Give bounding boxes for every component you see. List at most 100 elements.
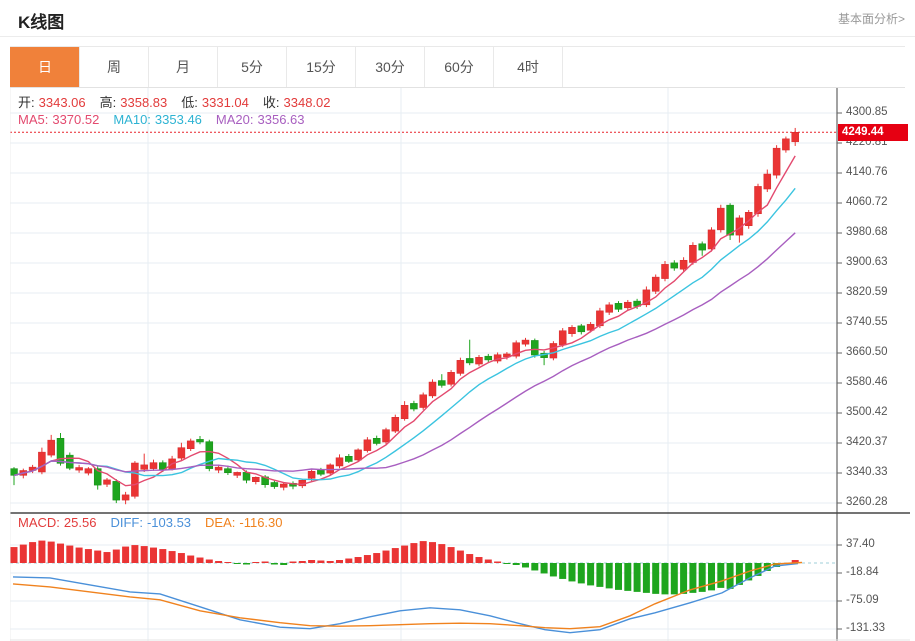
ma20-line xyxy=(13,232,796,477)
macd-bar-negative xyxy=(577,563,585,584)
macd-bar-negative xyxy=(670,563,678,595)
candle-up xyxy=(791,132,799,143)
candle-up xyxy=(605,304,613,313)
price-axis-tick: 3820.59 xyxy=(846,286,888,298)
macd-bar-negative xyxy=(633,563,641,592)
candle-down xyxy=(270,482,279,487)
candle-up xyxy=(140,464,148,470)
candle-up xyxy=(447,372,455,385)
macd-bar-negative xyxy=(512,563,520,565)
macd-bar-positive xyxy=(140,546,148,563)
macd-bar-positive xyxy=(122,546,130,563)
price-axis-tick: 3740.55 xyxy=(846,316,888,328)
page-title: K线图 xyxy=(18,13,65,32)
legend-value: 3348.02 xyxy=(283,95,331,110)
legend-label: DIFF: xyxy=(110,515,143,530)
candle-up xyxy=(335,457,344,467)
legend-value: 3353.46 xyxy=(154,112,202,127)
macd-bar-positive xyxy=(484,559,492,563)
macd-bar-positive xyxy=(252,562,260,564)
macd-bar-positive xyxy=(308,560,316,563)
macd-bar-negative xyxy=(717,563,725,588)
tab-4时[interactable]: 4时 xyxy=(493,47,563,87)
candle-up xyxy=(47,439,55,456)
candle-up xyxy=(252,476,260,482)
macd-bar-positive xyxy=(131,545,139,563)
candle-up xyxy=(75,467,83,471)
header-divider xyxy=(0,36,915,37)
candle-down xyxy=(112,481,121,501)
tab-15分[interactable]: 15分 xyxy=(286,47,356,87)
macd-bar-negative xyxy=(503,563,511,564)
candle-down xyxy=(465,358,474,364)
price-axis-tick: 4060.72 xyxy=(846,196,888,208)
macd-bar-negative xyxy=(680,563,688,594)
candle-down xyxy=(670,262,679,269)
candle-up xyxy=(651,276,660,292)
ma10-line xyxy=(13,187,796,481)
macd-bar-positive xyxy=(391,548,399,563)
candle-up xyxy=(558,330,567,346)
macd-bar-positive xyxy=(75,547,83,563)
candle-down xyxy=(196,439,204,443)
candle-down xyxy=(317,469,325,475)
macd-bar-negative xyxy=(280,563,288,565)
legend-value: 3358.83 xyxy=(120,95,168,110)
candle-down xyxy=(410,403,418,410)
price-axis-tick: 3580.46 xyxy=(846,376,888,388)
candle-up xyxy=(419,394,427,408)
candle-up xyxy=(186,440,195,450)
tab-周[interactable]: 周 xyxy=(79,47,149,87)
candle-down xyxy=(224,468,232,473)
price-axis-tick: 4300.85 xyxy=(846,106,888,118)
macd-bar-negative xyxy=(243,563,250,565)
macd-bar-negative xyxy=(531,563,539,571)
candle-up xyxy=(456,360,465,374)
macd-bar-positive xyxy=(215,561,223,563)
tab-60分[interactable]: 60分 xyxy=(424,47,494,87)
candle-up xyxy=(307,470,316,479)
macd-bar-positive xyxy=(410,543,418,563)
macd-bar-negative xyxy=(568,563,576,582)
macd-legend: MACD: 25.56 DIFF: -103.53 DEA: -116.30 xyxy=(18,515,297,530)
legend-label: MA20: xyxy=(215,112,254,127)
legend-label: 收: xyxy=(262,95,280,110)
candle-up xyxy=(689,244,697,263)
candle-down xyxy=(372,438,381,444)
macd-bar-positive xyxy=(354,557,362,563)
macd-bar-positive xyxy=(345,558,353,563)
candle-up xyxy=(279,483,288,488)
tab-5分[interactable]: 5分 xyxy=(217,47,287,87)
kline-chart-canvas[interactable] xyxy=(10,88,910,641)
tab-30分[interactable]: 30分 xyxy=(355,47,425,87)
candle-up xyxy=(233,472,241,476)
interval-tabbar: 日周月 5分 15分 30分 60分 4时 xyxy=(10,46,905,88)
fundamental-analysis-link[interactable]: 基本面分析> xyxy=(838,10,905,27)
ma5-line xyxy=(13,155,796,487)
legend-value: 3356.63 xyxy=(257,112,305,127)
macd-bar-positive xyxy=(103,552,111,563)
candle-up xyxy=(382,429,390,443)
macd-bar-positive xyxy=(456,550,464,563)
macd-bar-positive xyxy=(224,562,232,564)
macd-bar-negative xyxy=(642,563,650,593)
tab-日[interactable]: 日 xyxy=(10,47,80,87)
legend-label: MA5: xyxy=(18,112,49,127)
legend-label: MACD: xyxy=(18,515,60,530)
macd-bar-positive xyxy=(438,544,446,563)
macd-bar-positive xyxy=(38,540,46,563)
macd-bar-positive xyxy=(336,560,343,563)
candle-up xyxy=(772,147,781,176)
macd-bar-positive xyxy=(363,555,371,563)
macd-bar-positive xyxy=(326,561,334,563)
macd-bar-positive xyxy=(298,561,306,563)
candle-up xyxy=(363,439,372,451)
tab-月[interactable]: 月 xyxy=(148,47,218,87)
candle-up xyxy=(475,357,483,365)
macd-bar-positive xyxy=(447,547,455,563)
macd-bar-positive xyxy=(112,549,120,563)
candle-down xyxy=(438,380,446,386)
price-axis-tick: 3900.63 xyxy=(846,256,888,268)
macd-bar-positive xyxy=(94,550,102,563)
candle-down xyxy=(698,243,706,251)
